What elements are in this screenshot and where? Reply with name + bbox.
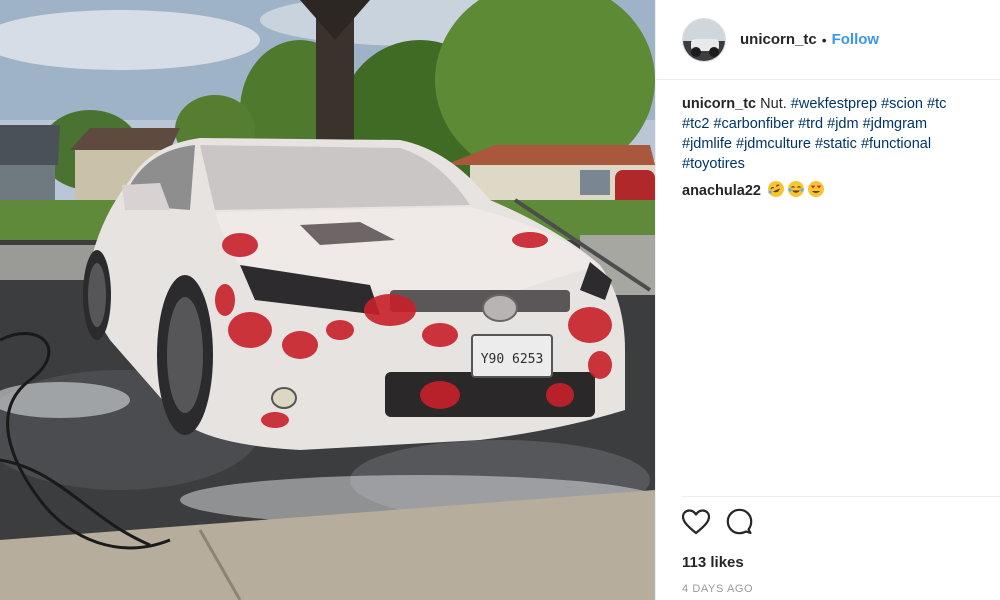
- comment: anachula22: [682, 180, 976, 201]
- post-footer: 113 likes 4 DAYS AGO: [681, 496, 1000, 595]
- header-separator: •: [821, 31, 827, 48]
- hashtag-link[interactable]: #static: [815, 136, 857, 152]
- comment-bubble-icon[interactable]: [726, 508, 753, 540]
- heart-eyes-emoji: [808, 181, 825, 197]
- post-timestamp[interactable]: 4 DAYS AGO: [682, 583, 1000, 595]
- avatar-image: [683, 18, 725, 61]
- hashtag-link[interactable]: #trd: [798, 116, 823, 132]
- post-header: unicorn_tc • Follow: [656, 0, 1000, 80]
- caption-text: Nut.: [760, 96, 787, 112]
- hashtag-link[interactable]: #scion: [881, 96, 923, 112]
- foam-car-photo: Y90 6253: [0, 0, 655, 600]
- action-bar: [681, 508, 1000, 540]
- license-plate-text: Y90 6253: [481, 352, 544, 367]
- comment-emojis: [765, 181, 825, 199]
- rolling-laughing-emoji: [768, 181, 785, 197]
- hashtag-link[interactable]: #carbonfiber: [713, 116, 794, 132]
- likes-count[interactable]: 113 likes: [682, 554, 1000, 571]
- hashtag-link[interactable]: #tc: [927, 96, 946, 112]
- hashtag-link[interactable]: #tc2: [682, 116, 709, 132]
- caption-username[interactable]: unicorn_tc: [682, 96, 756, 112]
- author-avatar[interactable]: [682, 17, 726, 62]
- tears-of-joy-emoji: [788, 181, 805, 197]
- caption: unicorn_tc Nut. #wekfestprep #scion #tc …: [682, 94, 976, 174]
- instagram-post: Y90 6253 unicorn_tc • Follow unicorn_tc …: [0, 0, 1000, 600]
- hashtag-link[interactable]: #jdm: [827, 116, 858, 132]
- hashtag-link[interactable]: #jdmgram: [863, 116, 927, 132]
- post-photo[interactable]: Y90 6253: [0, 0, 655, 600]
- post-sidebar: unicorn_tc • Follow unicorn_tc Nut. #wek…: [655, 0, 1000, 600]
- hashtag-link[interactable]: #toyotires: [682, 156, 745, 172]
- hashtag-link[interactable]: #functional: [861, 136, 931, 152]
- hashtag-link[interactable]: #wekfestprep: [791, 96, 877, 112]
- follow-button[interactable]: Follow: [832, 31, 880, 48]
- comments-section: unicorn_tc Nut. #wekfestprep #scion #tc …: [656, 80, 1000, 201]
- like-heart-icon[interactable]: [681, 508, 711, 540]
- comment-username[interactable]: anachula22: [682, 183, 761, 199]
- hashtag-link[interactable]: #jdmlife: [682, 136, 732, 152]
- hashtag-link[interactable]: #jdmculture: [736, 136, 811, 152]
- author-username[interactable]: unicorn_tc: [740, 31, 817, 48]
